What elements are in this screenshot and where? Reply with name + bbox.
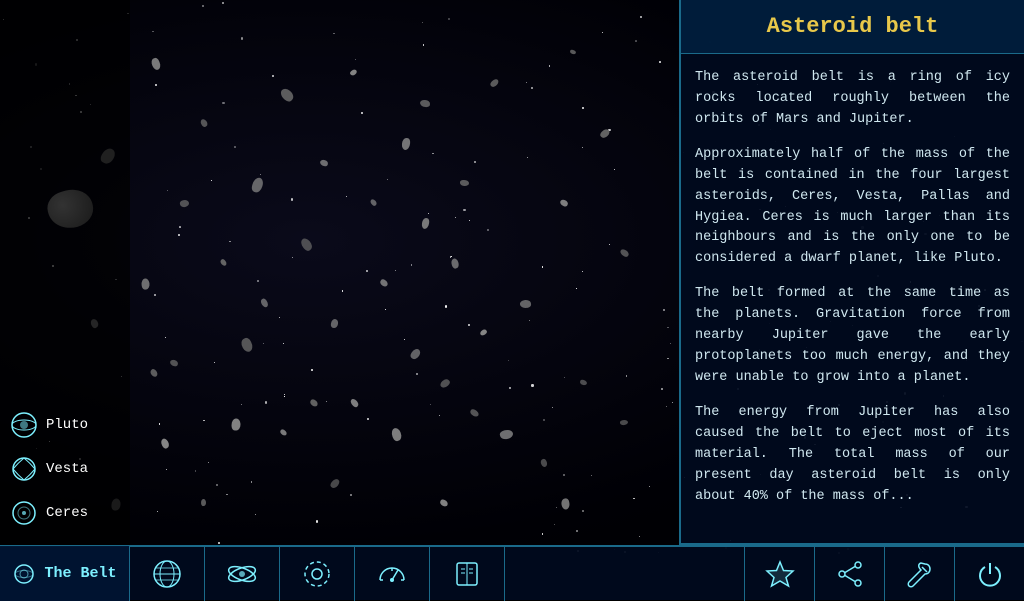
info-panel-content[interactable]: The asteroid belt is a ring of icy rocks…	[681, 54, 1024, 537]
nav-orbit-button[interactable]	[205, 546, 280, 601]
info-paragraph-3: The belt formed at the same time as the …	[695, 284, 1010, 389]
info-paragraph-2: Approximately half of the mass of the be…	[695, 145, 1010, 271]
bottom-bar: The Belt	[0, 545, 1024, 600]
action-power-button[interactable]	[954, 546, 1024, 601]
sidebar-label-ceres: Ceres	[46, 505, 88, 521]
action-tools-button[interactable]	[884, 546, 954, 601]
action-share-button[interactable]	[814, 546, 884, 601]
sidebar-item-vesta[interactable]: Vesta	[0, 447, 130, 491]
info-paragraph-1: The asteroid belt is a ring of icy rocks…	[695, 68, 1010, 131]
sidebar-item-pluto[interactable]: Pluto	[0, 403, 130, 447]
action-star-button[interactable]	[744, 546, 814, 601]
bottom-actions	[744, 546, 1024, 601]
info-paragraph-4: The energy from Jupiter has also caused …	[695, 403, 1010, 508]
nav-book-button[interactable]	[430, 546, 505, 601]
nav-settings-button[interactable]	[280, 546, 355, 601]
sidebar-label-pluto: Pluto	[46, 417, 88, 433]
sidebar: Pluto Vesta Ceres	[0, 0, 130, 545]
sidebar-item-ceres[interactable]: Ceres	[0, 491, 130, 535]
info-panel-title: Asteroid belt	[681, 0, 1024, 54]
sidebar-label-vesta: Vesta	[46, 461, 88, 477]
nav-speedometer-button[interactable]	[355, 546, 430, 601]
info-panel: Asteroid belt The asteroid belt is a rin…	[679, 0, 1024, 545]
bottom-label-text: The Belt	[44, 565, 116, 582]
bottom-label-area[interactable]: The Belt	[0, 546, 130, 601]
nav-globe-button[interactable]	[130, 546, 205, 601]
bottom-nav	[130, 546, 744, 601]
